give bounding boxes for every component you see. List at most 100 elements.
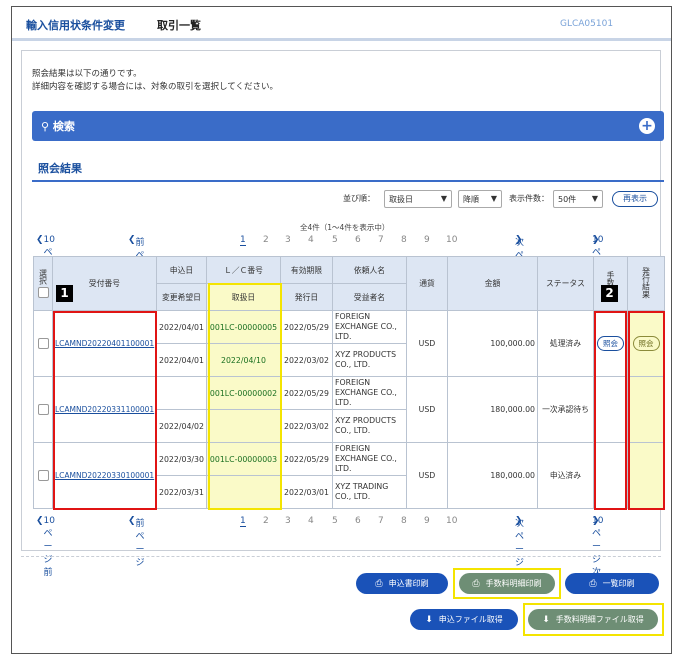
page-7[interactable]: 7 bbox=[378, 516, 384, 526]
apply-date: 2022/04/01 bbox=[156, 310, 207, 344]
footer-divider bbox=[21, 556, 661, 557]
prev10-link[interactable]: ❮ 10ページ前 bbox=[36, 516, 55, 578]
table-row: LCAMND20220330100001 2022/03/30 001LC-00… bbox=[33, 442, 665, 509]
ref-no-link[interactable]: LCAMND20220330100001 bbox=[52, 442, 157, 509]
page-10[interactable]: 10 bbox=[446, 235, 457, 245]
file-download-icon: ⬇ bbox=[425, 615, 433, 625]
applicant: FOREIGN EXCHANGE CO., LTD. bbox=[332, 310, 407, 344]
get-fee-detail-file-button[interactable]: ⬇ 手数料明細ファイル取得 bbox=[528, 609, 658, 630]
expiry: 2022/05/29 bbox=[280, 376, 333, 410]
callout-badge-1: 1 bbox=[56, 285, 73, 302]
row-checkbox[interactable] bbox=[37, 470, 49, 481]
get-application-file-button[interactable]: ⬇ 申込ファイル取得 bbox=[410, 609, 518, 630]
change-date: 2022/04/02 bbox=[156, 409, 207, 443]
count-select[interactable]: 50件 ▼ bbox=[553, 190, 603, 208]
issue-result-view-button[interactable]: 照会 bbox=[632, 336, 660, 351]
row-checkbox-cell bbox=[33, 310, 53, 377]
col-expiry: 有効期限 bbox=[280, 256, 333, 284]
results-divider bbox=[32, 180, 664, 182]
col-fee: 手数料 bbox=[593, 256, 628, 311]
row-checkbox[interactable] bbox=[37, 338, 49, 349]
chevron-down-icon: ▼ bbox=[440, 194, 447, 203]
print-application-button[interactable]: ⎙ 申込書印刷 bbox=[356, 573, 448, 594]
search-label: 検索 bbox=[52, 120, 75, 133]
amount: 180,000.00 bbox=[447, 376, 538, 443]
col-status: ステータス bbox=[537, 256, 594, 311]
fee-cell bbox=[593, 442, 628, 509]
fee-cell bbox=[593, 376, 628, 443]
issue-date: 2022/03/02 bbox=[280, 409, 333, 443]
page-1[interactable]: 1 bbox=[240, 235, 246, 246]
status: 一次承認待ち bbox=[537, 376, 594, 443]
col-issue-result-label: 発行結果 bbox=[641, 266, 651, 299]
next-link[interactable]: 次ページ ❯ bbox=[515, 516, 524, 568]
next-link[interactable]: 次ページ ❯ bbox=[515, 235, 524, 287]
page-9[interactable]: 9 bbox=[424, 516, 430, 526]
page-subtitle: 取引一覧 bbox=[157, 19, 201, 32]
fee-view-button[interactable]: 照会 bbox=[597, 336, 624, 351]
page-2[interactable]: 2 bbox=[263, 235, 269, 245]
issue-date: 2022/03/02 bbox=[280, 343, 333, 377]
col-beneficiary: 受益者名 bbox=[332, 283, 407, 311]
page-9[interactable]: 9 bbox=[424, 235, 430, 245]
col-ref-no: 受付番号 bbox=[52, 256, 157, 311]
ref-no-link[interactable]: LCAMND20220401100001 bbox=[52, 310, 157, 377]
col-amount: 金額 bbox=[447, 256, 538, 311]
pager-top: ❮ 10ページ前 ❮ 前ページ 1 2 3 4 5 6 7 8 9 10 次ペー… bbox=[36, 235, 664, 297]
sort-label: 並び順： bbox=[343, 194, 375, 203]
printer-icon: ⎙ bbox=[589, 579, 597, 589]
currency: USD bbox=[406, 442, 448, 509]
next-label: 次ページ bbox=[515, 519, 525, 568]
redisplay-button[interactable]: 再表示 bbox=[612, 191, 658, 207]
page-10[interactable]: 10 bbox=[446, 516, 457, 526]
table-row: LCAMND20220331100001 001LC-00000002 2022… bbox=[33, 376, 665, 443]
col-lc-no: Ｌ／Ｃ番号 bbox=[206, 256, 281, 284]
page-1[interactable]: 1 bbox=[240, 516, 246, 527]
page-3[interactable]: 3 bbox=[285, 516, 291, 526]
select-all-checkbox[interactable] bbox=[37, 286, 49, 298]
row-checkbox[interactable] bbox=[37, 404, 49, 415]
page-6[interactable]: 6 bbox=[355, 235, 361, 245]
printer-icon: ⎙ bbox=[472, 579, 480, 589]
col-change-date: 変更希望日 bbox=[156, 283, 207, 311]
page-8[interactable]: 8 bbox=[401, 516, 407, 526]
search-accordion[interactable]: ⚲ 検索 + bbox=[32, 111, 664, 141]
page-7[interactable]: 7 bbox=[378, 235, 384, 245]
sort-select[interactable]: 取扱日 ▼ bbox=[384, 190, 452, 208]
print-list-button[interactable]: ⎙ 一覧印刷 bbox=[565, 573, 659, 594]
handling-date bbox=[206, 409, 281, 443]
prev-link[interactable]: ❮ 前ページ bbox=[128, 516, 145, 568]
pager-bottom: ❮ 10ページ前 ❮ 前ページ 1 2 3 4 5 6 7 8 9 10 次ペー… bbox=[36, 516, 664, 578]
next10-link[interactable]: 10ページ次 ❯ bbox=[592, 235, 603, 297]
search-label-wrap: ⚲ 検索 bbox=[41, 118, 75, 134]
page-4[interactable]: 4 bbox=[308, 235, 314, 245]
col-applicant: 依頼人名 bbox=[332, 256, 407, 284]
prev10-link[interactable]: ❮ 10ページ前 bbox=[36, 235, 55, 297]
next10-link[interactable]: 10ページ次 ❯ bbox=[592, 516, 603, 578]
page-5[interactable]: 5 bbox=[332, 516, 338, 526]
page-2[interactable]: 2 bbox=[263, 516, 269, 526]
change-date: 2022/04/01 bbox=[156, 343, 207, 377]
print-fee-detail-button[interactable]: ⎙ 手数料明細印刷 bbox=[459, 573, 555, 594]
prev-link[interactable]: ❮ 前ページ bbox=[128, 235, 145, 287]
expiry: 2022/05/29 bbox=[280, 442, 333, 476]
count-label: 表示件数： bbox=[509, 194, 549, 203]
order-select[interactable]: 降順 ▼ bbox=[458, 190, 502, 208]
plus-icon[interactable]: + bbox=[639, 118, 655, 134]
prev-label: 前ページ bbox=[135, 519, 145, 568]
applicant: FOREIGN EXCHANGE CO., LTD. bbox=[332, 442, 407, 476]
sort-select-value: 取扱日 bbox=[389, 195, 413, 204]
col-issue-date: 発行日 bbox=[280, 283, 333, 311]
page-3[interactable]: 3 bbox=[285, 235, 291, 245]
ref-no-link[interactable]: LCAMND20220331100001 bbox=[52, 376, 157, 443]
col-select-label: 選択 bbox=[38, 269, 48, 285]
file-download-icon: ⬇ bbox=[542, 615, 550, 625]
applicant: FOREIGN EXCHANGE CO., LTD. bbox=[332, 376, 407, 410]
page-8[interactable]: 8 bbox=[401, 235, 407, 245]
callout-badge-2: 2 bbox=[601, 285, 618, 302]
status: 処理済み bbox=[537, 310, 594, 377]
row-checkbox-cell bbox=[33, 376, 53, 443]
page-6[interactable]: 6 bbox=[355, 516, 361, 526]
page-4[interactable]: 4 bbox=[308, 516, 314, 526]
page-5[interactable]: 5 bbox=[332, 235, 338, 245]
